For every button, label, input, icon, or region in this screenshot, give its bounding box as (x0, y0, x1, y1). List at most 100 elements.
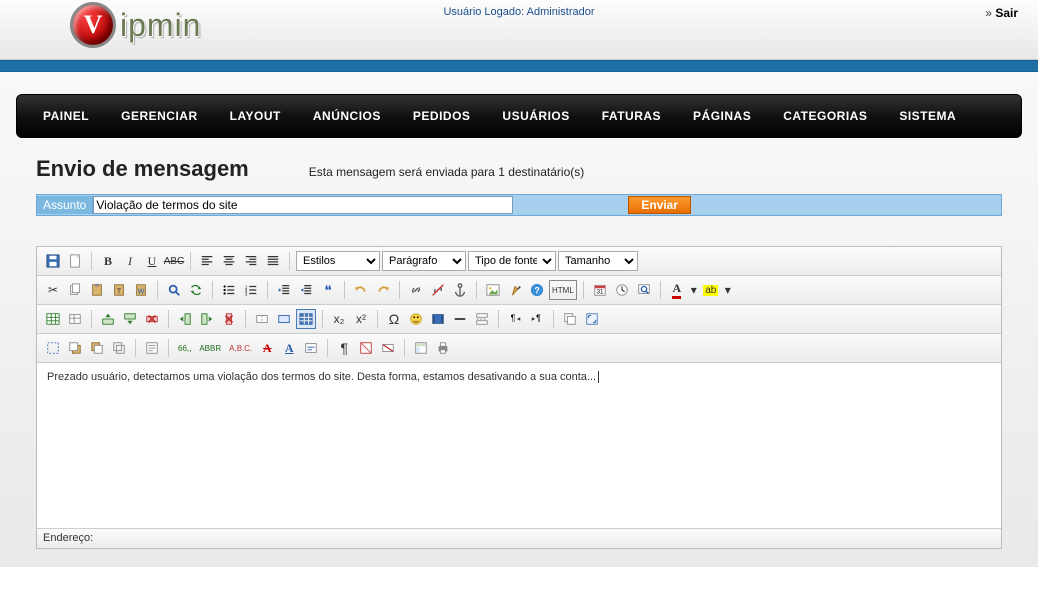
row-after-icon[interactable] (120, 309, 140, 329)
acronym-button[interactable]: A.B.C. (226, 338, 255, 358)
align-left-icon[interactable] (197, 251, 217, 271)
nav-gerenciar[interactable]: GERENCIAR (105, 95, 214, 137)
layer-icon[interactable] (560, 309, 580, 329)
styleprops-icon[interactable] (142, 338, 162, 358)
superscript-button[interactable]: x² (351, 309, 371, 329)
nav-usuarios[interactable]: USUÁRIOS (486, 95, 585, 137)
col-before-icon[interactable] (175, 309, 195, 329)
del-button[interactable]: A (257, 338, 277, 358)
nonbreaking-icon[interactable] (378, 338, 398, 358)
nav-categorias[interactable]: CATEGORIAS (767, 95, 883, 137)
number-list-icon[interactable]: 123 (241, 280, 261, 300)
layer-backward-icon[interactable] (87, 338, 107, 358)
newdoc-icon[interactable] (65, 251, 85, 271)
cleanup-icon[interactable] (505, 280, 525, 300)
time-icon[interactable] (612, 280, 632, 300)
editor-body[interactable]: Prezado usuário, detectamos uma violação… (37, 363, 1001, 528)
page-subtitle: Esta mensagem será enviada para 1 destin… (309, 165, 584, 179)
table-props-icon[interactable] (65, 309, 85, 329)
hr-icon[interactable] (450, 309, 470, 329)
strikethrough-button[interactable]: ABC (164, 251, 184, 271)
media-icon[interactable] (428, 309, 448, 329)
find-icon[interactable] (164, 280, 184, 300)
preview-icon[interactable] (634, 280, 654, 300)
layer-forward-icon[interactable] (65, 338, 85, 358)
abbr-button[interactable]: ABBR (196, 338, 224, 358)
cite-icon[interactable]: 66,, (175, 338, 194, 358)
cut-icon[interactable]: ✂ (43, 280, 63, 300)
logout-link[interactable]: Sair (995, 6, 1018, 20)
cell-split-icon[interactable] (252, 309, 272, 329)
nav-pedidos[interactable]: PEDIDOS (397, 95, 487, 137)
bullet-list-icon[interactable] (219, 280, 239, 300)
subscript-button[interactable]: x₂ (329, 309, 349, 329)
paste-icon[interactable] (87, 280, 107, 300)
html-icon[interactable]: HTML (549, 280, 577, 300)
rtl-icon[interactable]: ¶ (527, 309, 547, 329)
row-delete-icon[interactable] (142, 309, 162, 329)
redo-icon[interactable] (373, 280, 393, 300)
svg-text:3: 3 (245, 291, 248, 296)
ltr-icon[interactable]: ¶ (505, 309, 525, 329)
undo-icon[interactable] (351, 280, 371, 300)
blockquote-icon[interactable]: ❝ (318, 280, 338, 300)
pagebreak-icon[interactable] (472, 309, 492, 329)
help-icon[interactable]: ? (527, 280, 547, 300)
bold-button[interactable]: B (98, 251, 118, 271)
forecolor-dropdown-icon[interactable]: ▾ (689, 280, 699, 300)
size-select[interactable]: Tamanho (558, 251, 638, 271)
anchor-icon[interactable] (450, 280, 470, 300)
visualchars-icon[interactable]: ¶ (334, 338, 354, 358)
date-icon[interactable]: 31 (590, 280, 610, 300)
nav-layout[interactable]: LAYOUT (214, 95, 297, 137)
visualblocks-icon[interactable] (356, 338, 376, 358)
underline-button[interactable]: U (142, 251, 162, 271)
forecolor-button[interactable]: A (667, 280, 687, 300)
indent-icon[interactable] (296, 280, 316, 300)
nav-anuncios[interactable]: ANÚNCIOS (297, 95, 397, 137)
copy-icon[interactable] (65, 280, 85, 300)
nav-faturas[interactable]: FATURAS (586, 95, 677, 137)
backcolor-button[interactable]: ab (701, 280, 721, 300)
cell-props-icon[interactable] (296, 309, 316, 329)
send-button[interactable]: Enviar (628, 196, 691, 214)
toolbar-row-3: x₂ x² Ω ¶ ¶ (37, 305, 1001, 334)
paste-word-icon[interactable]: W (131, 280, 151, 300)
backcolor-dropdown-icon[interactable]: ▾ (723, 280, 733, 300)
template-icon[interactable] (411, 338, 431, 358)
svg-text:?: ? (534, 286, 539, 296)
col-after-icon[interactable] (197, 309, 217, 329)
italic-button[interactable]: I (120, 251, 140, 271)
attribs-icon[interactable] (301, 338, 321, 358)
link-icon[interactable] (406, 280, 426, 300)
nav-painel[interactable]: PAINEL (27, 95, 105, 137)
row-before-icon[interactable] (98, 309, 118, 329)
cell-merge-icon[interactable] (274, 309, 294, 329)
paste-text-icon[interactable]: T (109, 280, 129, 300)
nav-sistema[interactable]: SISTEMA (883, 95, 972, 137)
paragraph-select[interactable]: Parágrafo (382, 251, 466, 271)
align-right-icon[interactable] (241, 251, 261, 271)
save-icon[interactable] (43, 251, 63, 271)
unlink-icon[interactable] (428, 280, 448, 300)
styles-select[interactable]: Estilos (296, 251, 380, 271)
accent-bar (0, 60, 1038, 72)
font-select[interactable]: Tipo de fonte (468, 251, 556, 271)
charmap-button[interactable]: Ω (384, 309, 404, 329)
absolute-icon[interactable] (43, 338, 63, 358)
emoticon-icon[interactable] (406, 309, 426, 329)
subject-input[interactable] (93, 196, 513, 214)
layer-insert-icon[interactable] (109, 338, 129, 358)
image-icon[interactable] (483, 280, 503, 300)
subject-row: Assunto Enviar (36, 194, 1002, 216)
replace-icon[interactable] (186, 280, 206, 300)
align-justify-icon[interactable] (263, 251, 283, 271)
outdent-icon[interactable] (274, 280, 294, 300)
nav-paginas[interactable]: PÁGINAS (677, 95, 767, 137)
ins-button[interactable]: A (279, 338, 299, 358)
table-icon[interactable] (43, 309, 63, 329)
col-delete-icon[interactable] (219, 309, 239, 329)
align-center-icon[interactable] (219, 251, 239, 271)
print-icon[interactable] (433, 338, 453, 358)
fullscreen-icon[interactable] (582, 309, 602, 329)
